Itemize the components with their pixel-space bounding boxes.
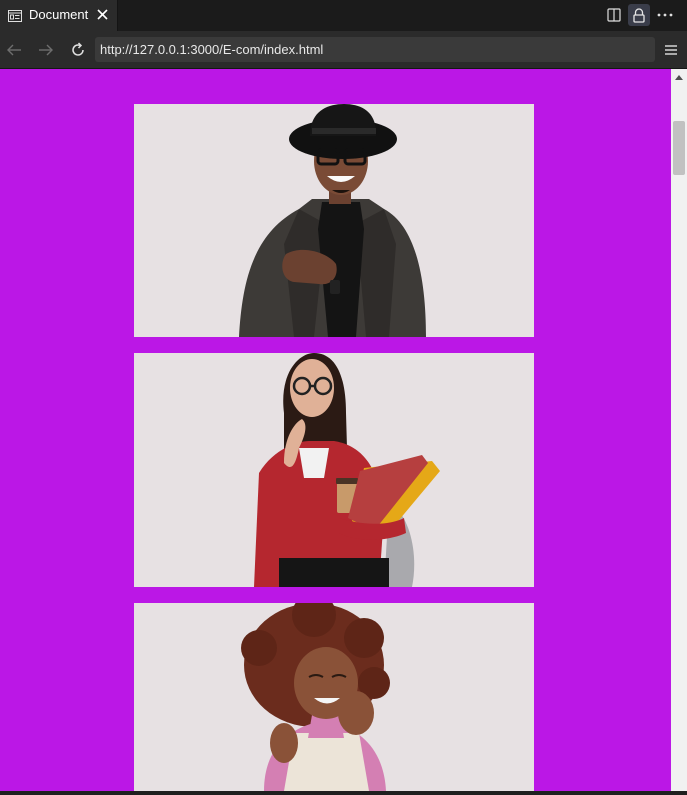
lock-icon[interactable] xyxy=(628,4,650,26)
woman-with-folders-photo xyxy=(134,353,534,587)
split-view-icon[interactable] xyxy=(603,4,625,26)
more-icon[interactable] xyxy=(654,4,676,26)
navigation-bar: http://127.0.0.1:3000/E-com/index.html xyxy=(0,31,687,69)
man-in-hat-photo xyxy=(134,104,534,337)
tab-title: Document xyxy=(29,7,89,22)
back-arrow-icon[interactable] xyxy=(2,38,26,62)
product-card-2[interactable] xyxy=(134,353,534,587)
reload-icon[interactable] xyxy=(66,38,90,62)
tab-strip: Document xyxy=(0,0,687,31)
woman-curly-hair-photo xyxy=(134,603,534,791)
forward-arrow-icon[interactable] xyxy=(34,38,58,62)
window-bottom-edge xyxy=(0,791,687,795)
vertical-scrollbar[interactable] xyxy=(671,69,687,791)
page-viewport xyxy=(0,69,671,791)
tab-document[interactable]: Document xyxy=(0,0,118,31)
product-card-1[interactable] xyxy=(134,104,534,337)
product-card-3[interactable] xyxy=(134,603,534,791)
scrollbar-thumb[interactable] xyxy=(673,121,685,175)
document-icon xyxy=(8,9,22,22)
scroll-up-arrow-icon[interactable] xyxy=(671,69,687,85)
close-icon[interactable] xyxy=(94,6,111,23)
hamburger-menu-icon[interactable] xyxy=(659,38,683,62)
address-bar-input[interactable]: http://127.0.0.1:3000/E-com/index.html xyxy=(95,37,655,62)
